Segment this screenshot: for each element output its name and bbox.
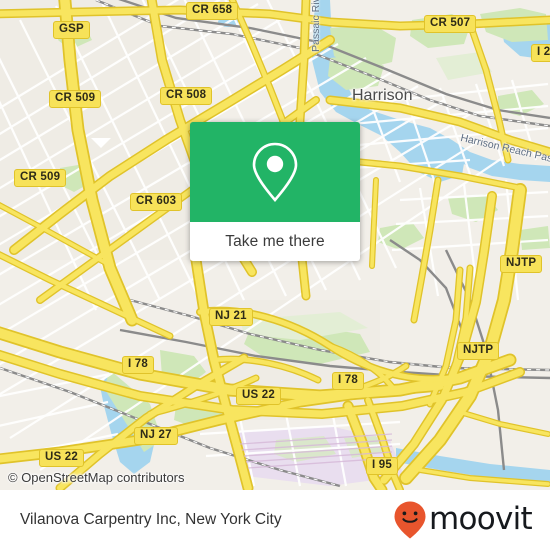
road-shield: US 22 bbox=[236, 387, 281, 405]
map-viewport[interactable]: CR 658 CR 507 GSP I 2 CR 509 CR 508 CR 5… bbox=[0, 0, 550, 490]
popup-action-row[interactable]: Take me there bbox=[190, 222, 360, 261]
road-shield: CR 658 bbox=[186, 2, 239, 20]
take-me-there-label: Take me there bbox=[225, 232, 325, 250]
road-shield: I 95 bbox=[366, 457, 398, 475]
moovit-wordmark: moovit bbox=[428, 500, 533, 537]
road-shield: US 22 bbox=[39, 449, 84, 467]
road-shield: NJTP bbox=[500, 255, 543, 273]
osm-attribution[interactable]: © OpenStreetMap contributors bbox=[8, 470, 185, 485]
moovit-smiley-pin-icon bbox=[394, 501, 426, 539]
map-pin-icon bbox=[252, 142, 298, 202]
location-popup-card[interactable]: Take me there bbox=[190, 122, 360, 261]
footer-bar: Vilanova Carpentry Inc, New York City mo… bbox=[0, 490, 550, 550]
road-shield: CR 508 bbox=[160, 87, 213, 105]
road-shield: NJ 27 bbox=[134, 427, 178, 445]
road-shield: NJ 21 bbox=[209, 308, 253, 326]
road-shield: I 78 bbox=[332, 372, 364, 390]
road-shield: CR 509 bbox=[49, 90, 102, 108]
popup-pointer bbox=[91, 138, 111, 148]
road-shield: GSP bbox=[53, 21, 90, 39]
place-label-harrison: Harrison bbox=[352, 87, 413, 104]
road-shield: I 2 bbox=[531, 44, 550, 62]
road-shield: CR 507 bbox=[424, 15, 477, 33]
road-shield: CR 603 bbox=[130, 193, 183, 211]
map-screen: CR 658 CR 507 GSP I 2 CR 509 CR 508 CR 5… bbox=[0, 0, 550, 550]
road-shield: NJTP bbox=[457, 342, 500, 360]
water-label-passaic-river: Passaic River bbox=[310, 0, 322, 52]
moovit-logo[interactable]: moovit bbox=[393, 500, 533, 540]
road-shield: I 78 bbox=[122, 356, 154, 374]
road-shield: CR 509 bbox=[14, 169, 67, 187]
popup-header bbox=[190, 122, 360, 222]
location-title: Vilanova Carpentry Inc, New York City bbox=[20, 511, 282, 528]
